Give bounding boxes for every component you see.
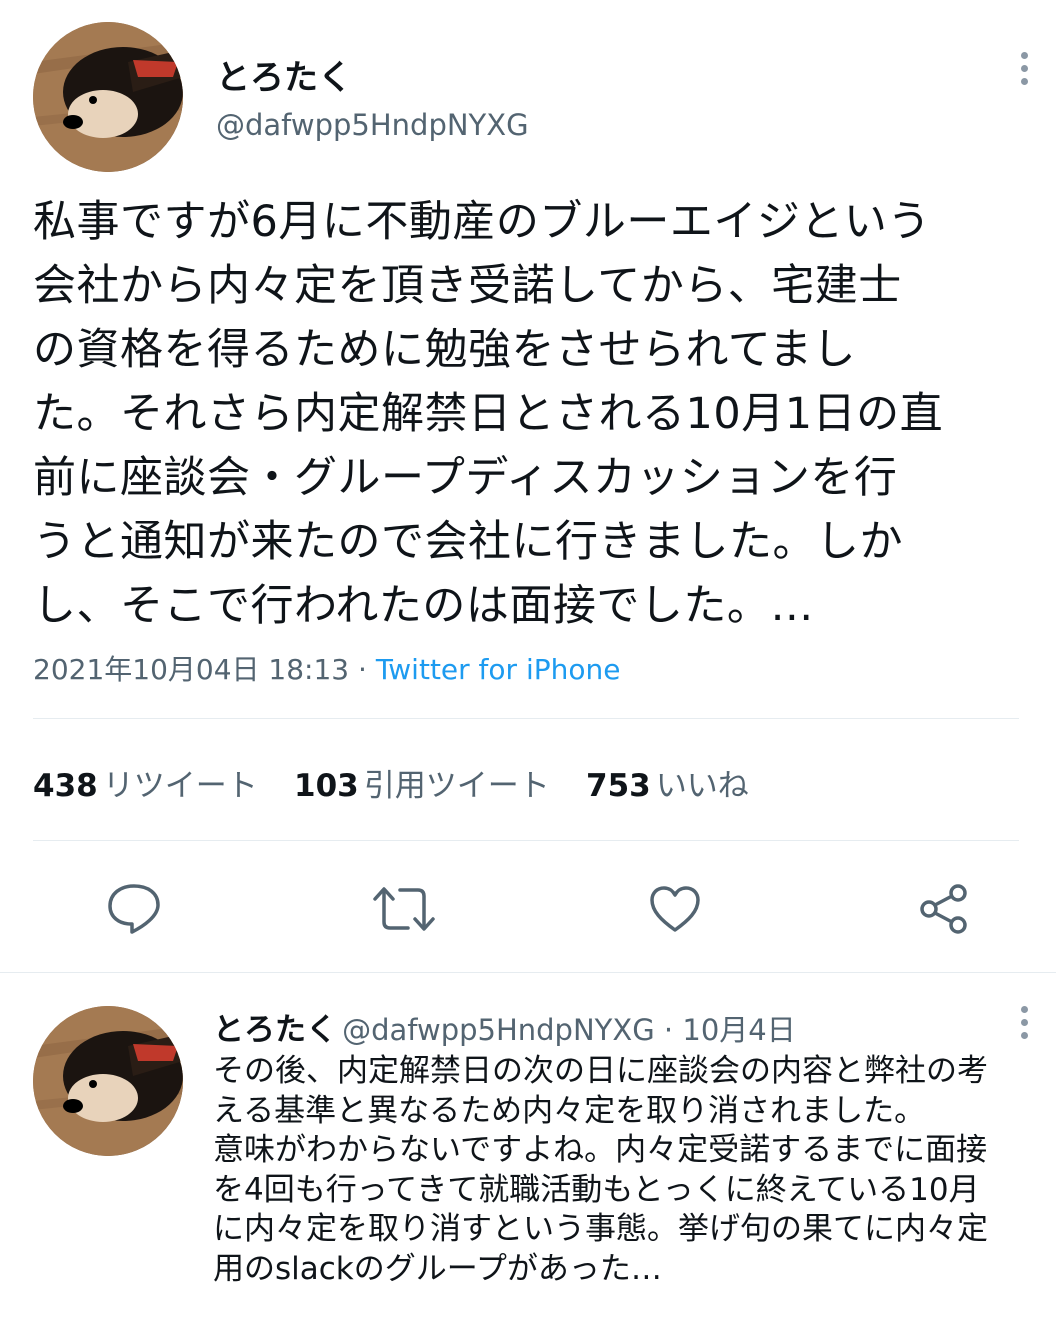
divider [33,840,1019,841]
reply-separator: · [654,1013,683,1047]
like-button[interactable] [648,884,702,934]
timestamp[interactable]: 2021年10月04日 18:13 [33,653,349,686]
tweet-text: 私事ですが6月に不動産のブルーエイジという 会社から内々定を頂き受諾してから、宅… [33,197,944,631]
likes-label: いいね [655,768,749,804]
reply-header: とろたく @dafwpp5HndpNYXG · 10月4日 [213,1004,796,1049]
reply-text: その後、内定解禁日の次の日に座談会の内容と弊社の考 える基準と異なるため内々定を… [213,1053,988,1287]
quotes-stat[interactable]: 103 引用ツイート [294,768,555,804]
dog-avatar-image [33,22,183,172]
share-button[interactable] [916,882,972,936]
quotes-label: 引用ツイート [363,768,550,804]
author-handle[interactable]: @dafwpp5HndpNYXG [216,108,529,142]
meta-separator: · [349,653,376,686]
divider [33,718,1019,719]
likes-stat[interactable]: 753 いいね [586,768,749,804]
tweet-meta: 2021年10月04日 18:13 · Twitter for iPhone [33,648,620,688]
retweets-stat[interactable]: 438 リツイート [33,768,263,804]
avatar[interactable] [33,22,183,172]
reply-avatar[interactable] [33,1006,183,1156]
retweet-button[interactable] [372,884,436,934]
dog-avatar-image [33,1006,183,1156]
reply-author-handle[interactable]: @dafwpp5HndpNYXG [342,1013,655,1047]
retweets-count: 438 [33,768,98,804]
speech-bubble-icon [108,884,160,934]
share-icon [920,884,967,934]
stats-row: 438 リツイート 103 引用ツイート 753 いいね [33,760,749,805]
author-name[interactable]: とろたく [216,50,352,99]
source-link[interactable]: Twitter for iPhone [376,653,621,686]
reply-author-name[interactable]: とろたく [213,1012,337,1048]
reply-more-options-icon[interactable] [1020,1006,1030,1045]
heart-icon [650,886,700,932]
reply-button[interactable] [106,882,162,936]
retweet-arrows-icon [373,887,435,931]
more-options-icon[interactable] [1020,52,1030,91]
quotes-count: 103 [294,768,359,804]
likes-count: 753 [586,768,651,804]
divider [0,972,1056,973]
retweets-label: リツイート [102,768,258,804]
reply-date[interactable]: 10月4日 [682,1013,795,1047]
